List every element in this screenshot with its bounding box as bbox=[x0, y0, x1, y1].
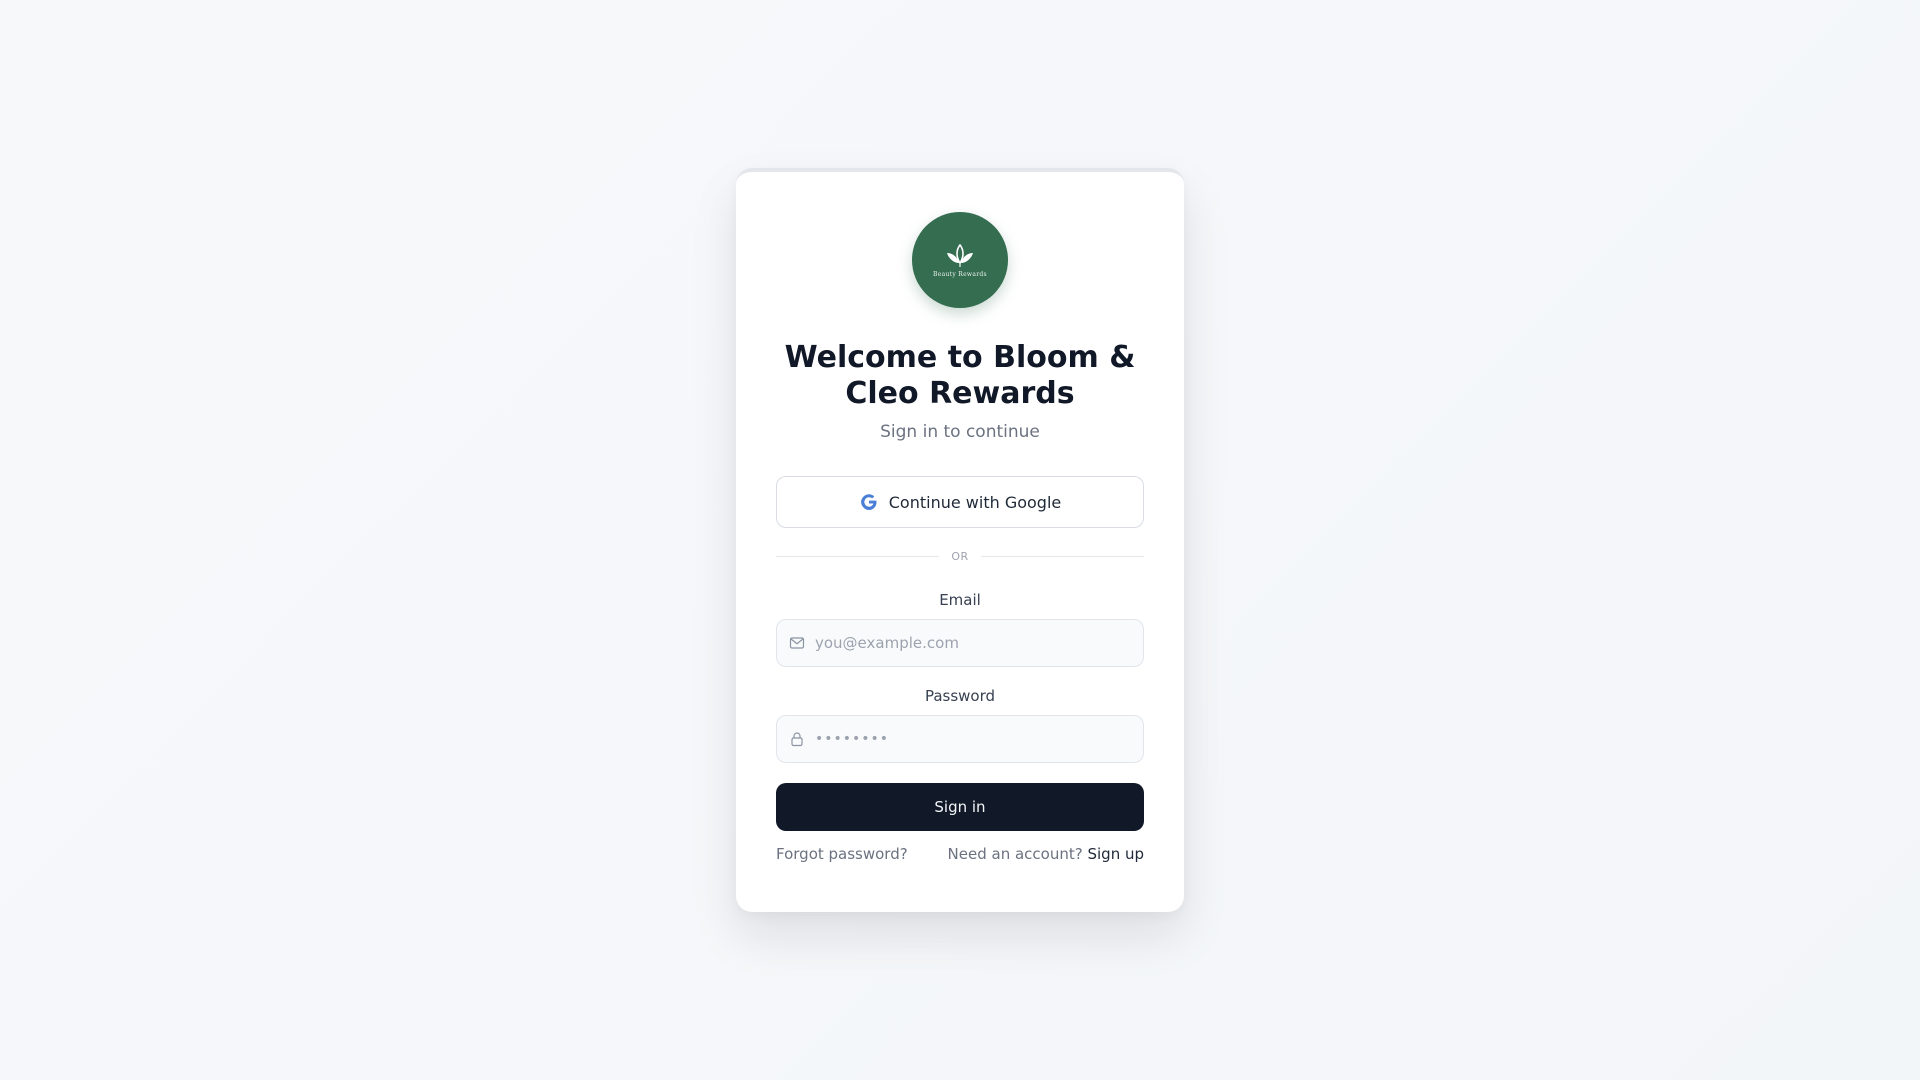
email-input[interactable] bbox=[815, 634, 1131, 652]
signup-prompt: Need an account? Sign up bbox=[948, 845, 1144, 863]
leaf-icon bbox=[947, 243, 973, 267]
divider-line-right bbox=[980, 556, 1144, 557]
forgot-password-link[interactable]: Forgot password? bbox=[776, 845, 908, 863]
logo-text: Beauty Rewards bbox=[933, 270, 987, 278]
password-field[interactable]: •••••••• bbox=[776, 715, 1144, 763]
google-button-label: Continue with Google bbox=[888, 492, 1062, 512]
page-subtitle: Sign in to continue bbox=[880, 422, 1040, 442]
divider-line-left bbox=[776, 556, 940, 557]
or-divider: OR bbox=[776, 550, 1144, 563]
signin-card: Beauty Rewards Welcome to Bloom & Cleo R… bbox=[736, 168, 1184, 912]
brand-logo: Beauty Rewards bbox=[912, 212, 1008, 308]
footer-links: Forgot password? Need an account? Sign u… bbox=[776, 845, 1144, 863]
google-g-icon bbox=[860, 494, 877, 510]
need-account-text: Need an account? bbox=[947, 845, 1083, 863]
email-field[interactable] bbox=[776, 619, 1144, 667]
password-input[interactable]: •••••••• bbox=[815, 731, 889, 747]
sign-up-link[interactable]: Sign up bbox=[1087, 845, 1144, 863]
divider-label: OR bbox=[951, 550, 969, 563]
lock-icon bbox=[791, 732, 803, 747]
email-label: Email bbox=[939, 591, 981, 609]
continue-with-google-button[interactable]: Continue with Google bbox=[776, 476, 1144, 528]
sign-in-button[interactable]: Sign in bbox=[776, 783, 1144, 831]
page-title: Welcome to Bloom & Cleo Rewards bbox=[784, 340, 1136, 411]
logo-wrap: Beauty Rewards bbox=[776, 212, 1144, 308]
password-label: Password bbox=[924, 687, 996, 705]
mail-icon bbox=[789, 637, 805, 649]
